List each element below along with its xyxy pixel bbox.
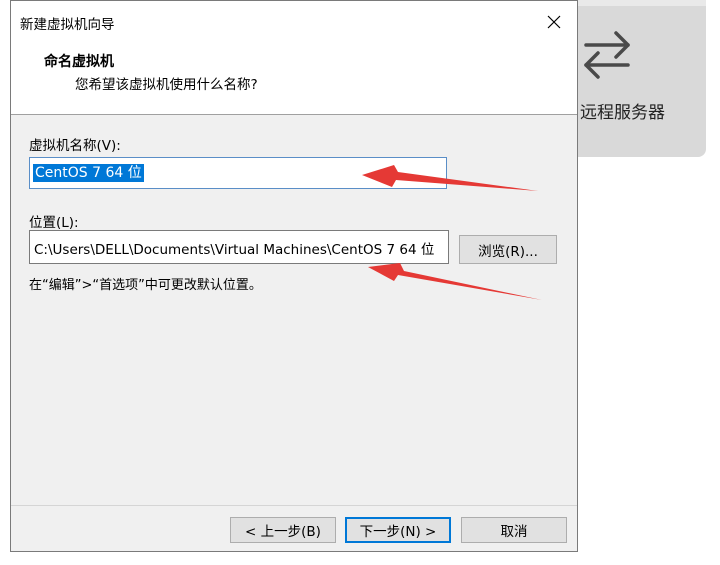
title-bar[interactable]: 新建虚拟机向导 xyxy=(11,1,577,43)
location-hint: 在“编辑”>“首选项”中可更改默认位置。 xyxy=(29,278,262,293)
wizard-header: 命名虚拟机 您希望该虚拟机使用什么名称? xyxy=(11,43,577,115)
vm-name-input[interactable]: CentOS 7 64 位 xyxy=(29,157,447,189)
location-input[interactable]: C:\Users\DELL\Documents\Virtual Machines… xyxy=(29,230,449,264)
swap-arrows-icon xyxy=(584,31,630,79)
vm-name-value: CentOS 7 64 位 xyxy=(33,164,144,182)
cancel-button[interactable]: 取消 xyxy=(461,517,567,543)
back-button[interactable]: < 上一步(B) xyxy=(230,517,336,543)
vm-name-label: 虚拟机名称(V): xyxy=(29,138,121,154)
page-subtitle: 您希望该虚拟机使用什么名称? xyxy=(75,77,258,93)
close-icon xyxy=(547,15,561,29)
close-button[interactable] xyxy=(531,1,577,43)
browse-button[interactable]: 浏览(R)... xyxy=(459,235,557,264)
window-title: 新建虚拟机向导 xyxy=(20,17,115,33)
page-title: 命名虚拟机 xyxy=(44,54,114,70)
footer-divider xyxy=(11,505,577,506)
new-vm-wizard-dialog: 新建虚拟机向导 命名虚拟机 您希望该虚拟机使用什么名称? 虚拟机名称(V): C… xyxy=(10,0,578,552)
next-button[interactable]: 下一步(N) > xyxy=(345,517,451,543)
remote-server-label: 远程服务器 xyxy=(580,103,665,123)
location-label: 位置(L): xyxy=(29,215,79,231)
